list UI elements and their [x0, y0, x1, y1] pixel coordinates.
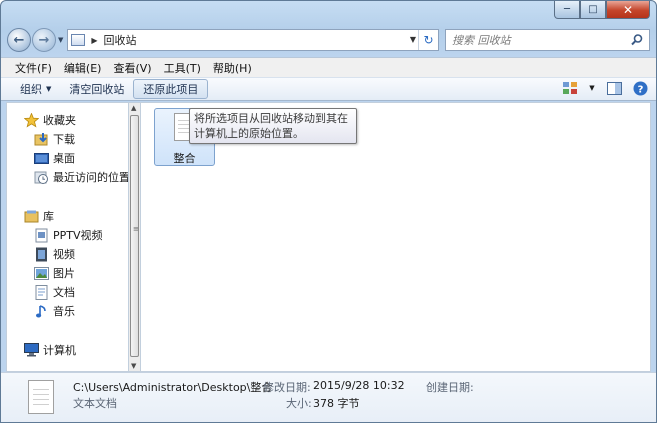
view-dropdown-icon[interactable]: ▼	[588, 80, 596, 96]
chevron-down-icon: ▼	[46, 85, 52, 93]
details-file-path: C:\Users\Administrator\Desktop\整合	[73, 381, 273, 394]
help-button[interactable]: ?	[632, 80, 648, 96]
menu-tools[interactable]: 工具(T)	[158, 60, 207, 76]
back-arrow-icon: ←	[13, 32, 25, 48]
details-file-type: 文本文档	[73, 397, 117, 410]
nav-pptv-video[interactable]: PPTV视频	[33, 226, 103, 244]
scroll-grip-icon: ≡	[133, 225, 139, 233]
music-note-icon	[33, 303, 49, 319]
details-modified-label: 修改日期:	[263, 381, 311, 394]
nav-pictures[interactable]: 图片	[33, 264, 75, 282]
navigation-pane: 收藏夹 下载 桌面 最近访问的位置 库 PPTV视频 视频 图片 文档 音乐 计…	[6, 102, 128, 372]
nav-videos-label: 视频	[53, 248, 75, 261]
menu-view[interactable]: 查看(V)	[107, 60, 157, 76]
explorer-window: ─ □ ✕ ← → ▼ ▶ 回收站 ▼ ↻ 文件(F) 编辑(E) 查看(V) …	[0, 0, 657, 423]
library-icon	[23, 208, 39, 224]
breadcrumb-recycle-bin[interactable]: 回收站	[104, 32, 137, 48]
file-list-pane: 整合 将所选项目从回收站移动到其在计算机上的原始位置。	[141, 102, 651, 372]
nav-computer[interactable]: 计算机	[23, 341, 76, 359]
address-dropdown-icon[interactable]: ▼	[410, 35, 416, 44]
menu-edit[interactable]: 编辑(E)	[58, 60, 108, 76]
recent-pages-dropdown-icon[interactable]: ▼	[58, 36, 63, 44]
nav-downloads[interactable]: 下载	[33, 130, 75, 148]
star-icon	[23, 112, 39, 128]
pptv-video-folder-icon	[33, 227, 49, 243]
downloads-folder-icon	[33, 131, 49, 147]
nav-computer-label: 计算机	[43, 344, 76, 357]
scroll-down-arrow-icon[interactable]: ▼	[131, 362, 136, 370]
computer-icon	[23, 342, 39, 358]
details-size-value: 378 字节	[313, 397, 360, 410]
menu-file[interactable]: 文件(F)	[9, 60, 58, 76]
nav-recent-places[interactable]: 最近访问的位置	[33, 168, 128, 186]
change-view-button[interactable]	[562, 80, 578, 96]
menu-help[interactable]: 帮助(H)	[207, 60, 258, 76]
refresh-button[interactable]: ↻	[418, 30, 438, 50]
view-grid-icon	[563, 82, 577, 94]
empty-recycle-bin-button[interactable]: 清空回收站	[60, 79, 133, 99]
nav-pictures-label: 图片	[53, 267, 75, 280]
document-icon	[33, 284, 49, 300]
navigation-scrollbar[interactable]: ▲ ≡ ▼	[128, 102, 141, 372]
nav-recent-places-label: 最近访问的位置	[53, 171, 128, 184]
details-size-label: 大小:	[286, 397, 312, 410]
forward-button[interactable]: →	[32, 28, 56, 52]
details-created-label: 创建日期:	[426, 381, 474, 394]
nav-downloads-label: 下载	[53, 133, 75, 146]
nav-videos[interactable]: 视频	[33, 245, 75, 263]
film-icon	[33, 246, 49, 262]
search-input[interactable]	[452, 33, 622, 47]
restore-item-button[interactable]: 还原此项目	[133, 79, 209, 99]
address-bar[interactable]: ▶ 回收站 ▼ ↻	[67, 29, 439, 51]
view-controls: ▼ ?	[562, 80, 648, 96]
minimize-button[interactable]: ─	[554, 1, 580, 19]
nav-favorites-label: 收藏夹	[43, 114, 76, 127]
details-modified-value: 2015/9/28 10:32	[313, 379, 405, 392]
organize-button[interactable]: 组织 ▼	[11, 79, 60, 99]
search-icon[interactable]	[630, 33, 644, 47]
refresh-icon: ↻	[423, 33, 434, 47]
preview-pane-icon	[606, 81, 622, 95]
nav-documents-label: 文档	[53, 286, 75, 299]
organize-label: 组织	[20, 83, 42, 96]
scroll-thumb[interactable]: ≡	[130, 115, 139, 357]
svg-text:?: ?	[637, 84, 643, 95]
nav-libraries[interactable]: 库	[23, 207, 54, 225]
command-bar: 组织 ▼ 清空回收站 还原此项目 ▼ ?	[1, 77, 656, 101]
recycle-bin-small-icon	[71, 34, 86, 46]
nav-pptv-video-label: PPTV视频	[53, 229, 103, 242]
recent-places-icon	[33, 169, 49, 185]
nav-music-label: 音乐	[53, 305, 75, 318]
breadcrumb-arrow-icon[interactable]: ▶	[91, 36, 97, 45]
caption-buttons: ─ □ ✕	[554, 1, 650, 21]
scroll-up-arrow-icon[interactable]: ▲	[131, 104, 136, 112]
nav-desktop[interactable]: 桌面	[33, 149, 75, 167]
details-pane: C:\Users\Administrator\Desktop\整合 文本文档 修…	[1, 372, 656, 422]
address-row: ← → ▼ ▶ 回收站 ▼ ↻	[7, 27, 650, 53]
preview-pane-button[interactable]	[606, 80, 622, 96]
file-name: 整合	[173, 152, 196, 165]
menu-bar: 文件(F) 编辑(E) 查看(V) 工具(T) 帮助(H)	[1, 57, 656, 77]
nav-music[interactable]: 音乐	[33, 302, 75, 320]
maximize-icon: □	[588, 4, 598, 15]
search-box	[445, 29, 650, 51]
forward-arrow-icon: →	[38, 32, 50, 48]
help-icon: ?	[633, 81, 647, 95]
maximize-button[interactable]: □	[580, 1, 606, 19]
nav-libraries-label: 库	[43, 210, 54, 223]
back-button[interactable]: ←	[7, 28, 31, 52]
nav-documents[interactable]: 文档	[33, 283, 75, 301]
details-document-icon	[28, 380, 54, 414]
picture-icon	[33, 265, 49, 281]
nav-desktop-label: 桌面	[53, 152, 75, 165]
close-button[interactable]: ✕	[606, 1, 650, 19]
desktop-icon	[33, 150, 49, 166]
nav-favorites[interactable]: 收藏夹	[23, 111, 76, 129]
minimize-icon: ─	[563, 4, 571, 15]
close-icon: ✕	[622, 2, 634, 17]
restore-tooltip: 将所选项目从回收站移动到其在计算机上的原始位置。	[189, 108, 357, 144]
